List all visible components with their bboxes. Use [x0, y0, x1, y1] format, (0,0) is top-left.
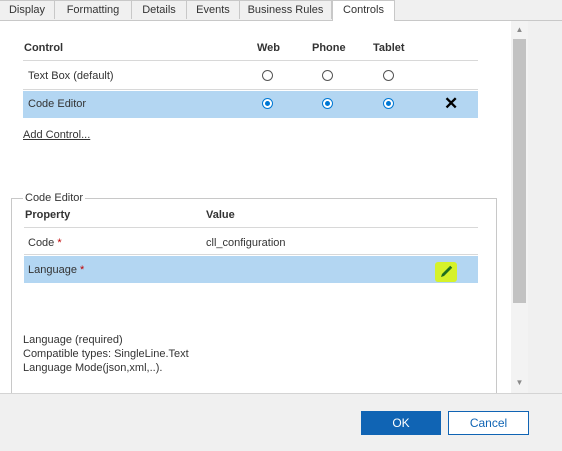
radio-web[interactable]	[262, 70, 273, 81]
control-label: Code Editor	[28, 98, 87, 110]
radio-phone[interactable]	[322, 70, 333, 81]
required-asterisk: *	[57, 237, 62, 249]
column-header-property: Property	[25, 209, 71, 221]
tab-business-rules[interactable]: Business Rules	[240, 0, 332, 19]
property-value: cll_configuration	[206, 237, 286, 249]
divider	[23, 89, 478, 90]
panel-legend: Code Editor	[23, 192, 86, 204]
radio-phone-checked[interactable]	[322, 98, 333, 109]
tab-display[interactable]: Display	[0, 0, 55, 19]
tab-controls[interactable]: Controls	[332, 0, 395, 21]
property-row-language[interactable]	[24, 256, 478, 283]
column-header-phone: Phone	[312, 42, 346, 54]
controls-content: Control Web Phone Tablet Text Box (defau…	[0, 21, 511, 393]
add-control-link[interactable]: Add Control...	[23, 129, 90, 141]
property-label: Code *	[28, 237, 62, 249]
edit-pencil-icon[interactable]	[435, 262, 457, 282]
radio-tablet[interactable]	[383, 70, 394, 81]
property-label: Language *	[28, 264, 84, 276]
scroll-up-icon[interactable]: ▲	[511, 23, 528, 37]
column-header-control: Control	[24, 42, 64, 54]
ok-button[interactable]: OK	[361, 411, 441, 435]
column-header-tablet: Tablet	[373, 42, 405, 54]
description-line: Language Mode(json,xml,..).	[23, 362, 163, 374]
radio-tablet-checked[interactable]	[383, 98, 394, 109]
radio-web-checked[interactable]	[262, 98, 273, 109]
divider	[23, 60, 478, 61]
tab-bar: Display Formatting Details Events Busine…	[0, 0, 562, 21]
description-line: Compatible types: SingleLine.Text	[23, 348, 189, 360]
background-edge	[528, 21, 562, 393]
divider	[24, 254, 478, 255]
divider	[24, 227, 478, 228]
scroll-down-icon[interactable]: ▼	[511, 376, 528, 390]
property-name: Language	[28, 264, 77, 276]
cancel-button[interactable]: Cancel	[448, 411, 529, 435]
description-line: Language (required)	[23, 334, 123, 346]
scroll-thumb[interactable]	[513, 39, 526, 303]
remove-control-icon[interactable]: ✕	[444, 95, 458, 112]
column-header-value: Value	[206, 209, 235, 221]
vertical-scrollbar[interactable]: ▲ ▼	[511, 21, 528, 393]
required-asterisk: *	[80, 264, 85, 276]
dialog-footer: OK Cancel	[0, 393, 562, 451]
control-row-code-editor[interactable]	[23, 91, 478, 118]
tab-details[interactable]: Details	[132, 0, 187, 19]
tab-formatting[interactable]: Formatting	[55, 0, 132, 19]
control-label: Text Box (default)	[28, 70, 114, 82]
column-header-web: Web	[257, 42, 281, 54]
property-name: Code	[28, 237, 55, 249]
tab-events[interactable]: Events	[187, 0, 240, 19]
